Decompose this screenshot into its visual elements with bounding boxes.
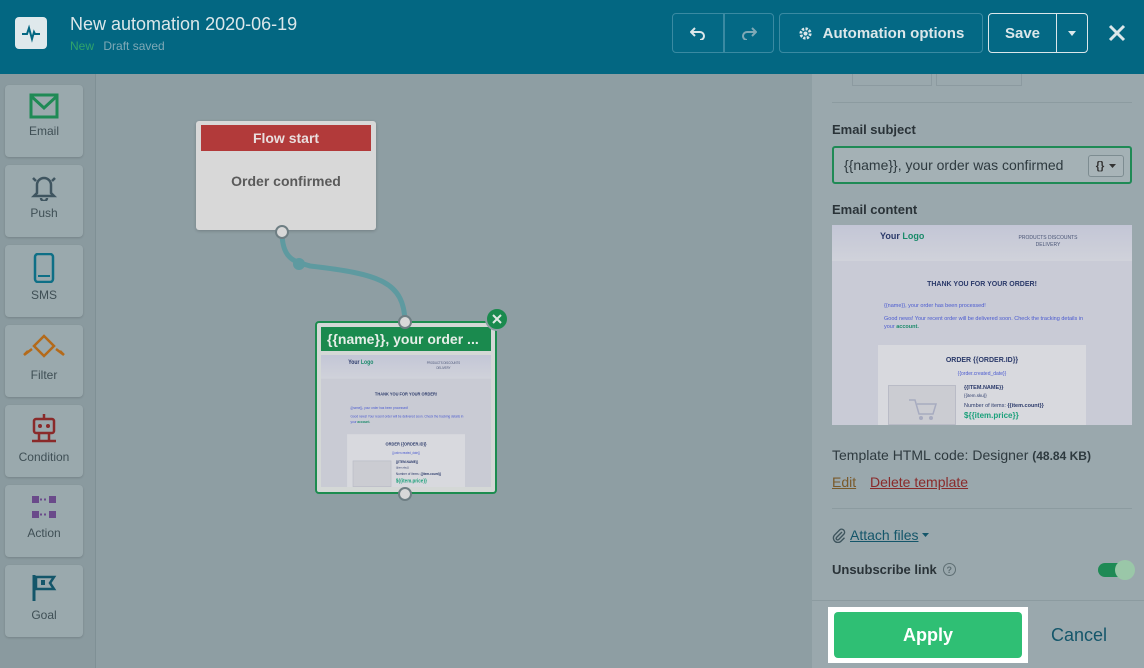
preview-item-price: ${{item.price}}: [964, 411, 1019, 420]
flow-start-header: Flow start: [201, 125, 371, 151]
email-node-thumbnail-template: Your Logo PRODUCTS DISCOUNTS DELIVERY TH…: [321, 355, 491, 487]
preview-item-image: [888, 385, 956, 425]
unsubscribe-toggle[interactable]: [1098, 560, 1135, 580]
divider: [832, 508, 1132, 509]
attach-files-dropdown[interactable]: Attach files: [832, 527, 930, 543]
thumb-nav: PRODUCTS DISCOUNTS DELIVERY: [426, 361, 461, 371]
template-size: (48.84 KB): [1032, 449, 1091, 463]
close-button[interactable]: [1104, 20, 1130, 46]
thumb-logo: Your Logo: [348, 359, 373, 366]
thumb-order-date: {{order.created_date}}: [392, 451, 420, 456]
preview-logo-logo: Logo: [902, 231, 925, 241]
preview-order-date: {{order.created_date}}: [957, 371, 1007, 377]
close-icon: [492, 314, 502, 324]
email-node-header: {{name}}, your order ...: [321, 327, 491, 351]
delete-template-link[interactable]: Delete template: [870, 474, 968, 490]
cart-icon: [909, 399, 938, 420]
panel-tabs-stub: [852, 74, 1022, 86]
email-node[interactable]: {{name}}, your order ... Your Logo PRODU…: [315, 321, 497, 494]
close-icon: [1108, 24, 1126, 42]
insert-variable-button[interactable]: {}: [1088, 155, 1124, 177]
preview-item-count-value: {{item.count}}: [1007, 403, 1044, 409]
remove-node-button[interactable]: [485, 307, 509, 331]
thumb-item-image: [352, 460, 392, 487]
apply-button[interactable]: Apply: [834, 612, 1022, 658]
thumb-order-box: ORDER {{ORDER.ID}} {{order.created_date}…: [347, 434, 466, 487]
automation-options-label: Automation options: [822, 24, 965, 42]
help-icon[interactable]: ?: [942, 563, 956, 576]
thumb-item-price: ${{item.price}}: [395, 477, 427, 484]
template-info: Template HTML code: Designer (48.84 KB): [832, 447, 1091, 463]
preview-nav: PRODUCTS DISCOUNTS DELIVERY: [1018, 235, 1078, 248]
preview-order-title: ORDER {{ORDER.ID}}: [945, 357, 1019, 364]
toggle-knob: [1115, 560, 1135, 580]
thumb-p2: Good news! Your recent order will be del…: [350, 414, 463, 425]
preview-p2: Good news! Your recent order will be del…: [884, 315, 1084, 331]
panel-tab-2[interactable]: [936, 74, 1022, 86]
email-node-thumbnail: Your Logo PRODUCTS DISCOUNTS DELIVERY TH…: [321, 355, 491, 487]
preview-item-count-prefix: Number of items:: [964, 403, 1006, 409]
flow-start-trigger: Order confirmed: [231, 173, 341, 189]
email-content-preview[interactable]: Your Logo PRODUCTS DISCOUNTS DELIVERY TH…: [832, 225, 1132, 425]
thumb-logo-your: Your: [348, 358, 360, 366]
panel-footer: Apply Cancel: [812, 600, 1144, 668]
preview-logo-your: Your: [880, 231, 900, 241]
email-content-label: Email content: [832, 202, 918, 217]
attach-files-label: Attach files: [850, 527, 919, 543]
preview-thanks: THANK YOU FOR YOUR ORDER!: [927, 281, 1037, 288]
edit-template-link[interactable]: Edit: [832, 474, 856, 490]
thumb-item-sku: {{item.sku}}: [395, 465, 409, 470]
unsubscribe-link-row: Unsubscribe link ?: [832, 562, 956, 577]
preview-item-name: {{ITEM.NAME}}: [964, 385, 1004, 391]
preview-item-count: Number of items: {{item.count}}: [964, 403, 1044, 409]
thumb-item-count-prefix: Number of items:: [395, 472, 420, 477]
chevron-down-icon: [922, 533, 930, 537]
save-button[interactable]: Save: [988, 13, 1057, 53]
preview-logo: Your Logo: [880, 231, 924, 241]
save-dropdown-button[interactable]: [1056, 13, 1088, 53]
apply-highlight: Apply: [828, 607, 1028, 663]
thumb-thanks: THANK YOU FOR YOUR ORDER!: [374, 391, 438, 397]
chevron-down-icon: [1109, 164, 1117, 168]
thumb-p2-link: account.: [357, 420, 371, 425]
panel-tab-1[interactable]: [852, 74, 932, 86]
thumb-p1: {{name}}, your order has been processed!: [350, 406, 409, 411]
cancel-button[interactable]: Cancel: [1051, 625, 1107, 646]
template-info-prefix: Template HTML code:: [832, 447, 969, 463]
email-node-input-port[interactable]: [398, 315, 412, 329]
thumb-item-name: {{ITEM.NAME}}: [395, 460, 419, 465]
email-subject-label: Email subject: [832, 122, 916, 137]
flow-start-output-port[interactable]: [275, 225, 289, 239]
thumb-order-title: ORDER {{ORDER.ID}}: [385, 442, 427, 447]
unsubscribe-link-label: Unsubscribe link: [832, 562, 937, 577]
paperclip-icon: [832, 528, 846, 543]
thumb-item-count-value: {{item.count}}: [420, 472, 442, 477]
email-node-output-port[interactable]: [398, 487, 412, 501]
preview-order-box: ORDER {{ORDER.ID}} {{order.created_date}…: [878, 345, 1086, 425]
template-type: Designer: [972, 447, 1029, 463]
chevron-down-icon: [1068, 30, 1076, 36]
divider: [832, 102, 1132, 103]
email-subject-input[interactable]: {{name}}, your order was confirmed {}: [832, 146, 1132, 184]
braces-icon: {}: [1095, 160, 1105, 172]
flow-start-node[interactable]: Flow start Order confirmed: [196, 121, 376, 230]
email-subject-value: {{name}}, your order was confirmed: [844, 157, 1064, 173]
email-content-preview-template: Your Logo PRODUCTS DISCOUNTS DELIVERY TH…: [832, 225, 1132, 425]
thumb-logo-logo: Logo: [360, 358, 374, 366]
preview-item-sku: {{item.sku}}: [964, 393, 987, 398]
preview-p1: {{name}}, your order has been processed!: [884, 303, 986, 309]
preview-p2-link: account.: [896, 324, 919, 330]
thumb-item-count: Number of items: {{item.count}}: [396, 472, 441, 476]
settings-panel: Email subject {{name}}, your order was c…: [812, 74, 1144, 668]
